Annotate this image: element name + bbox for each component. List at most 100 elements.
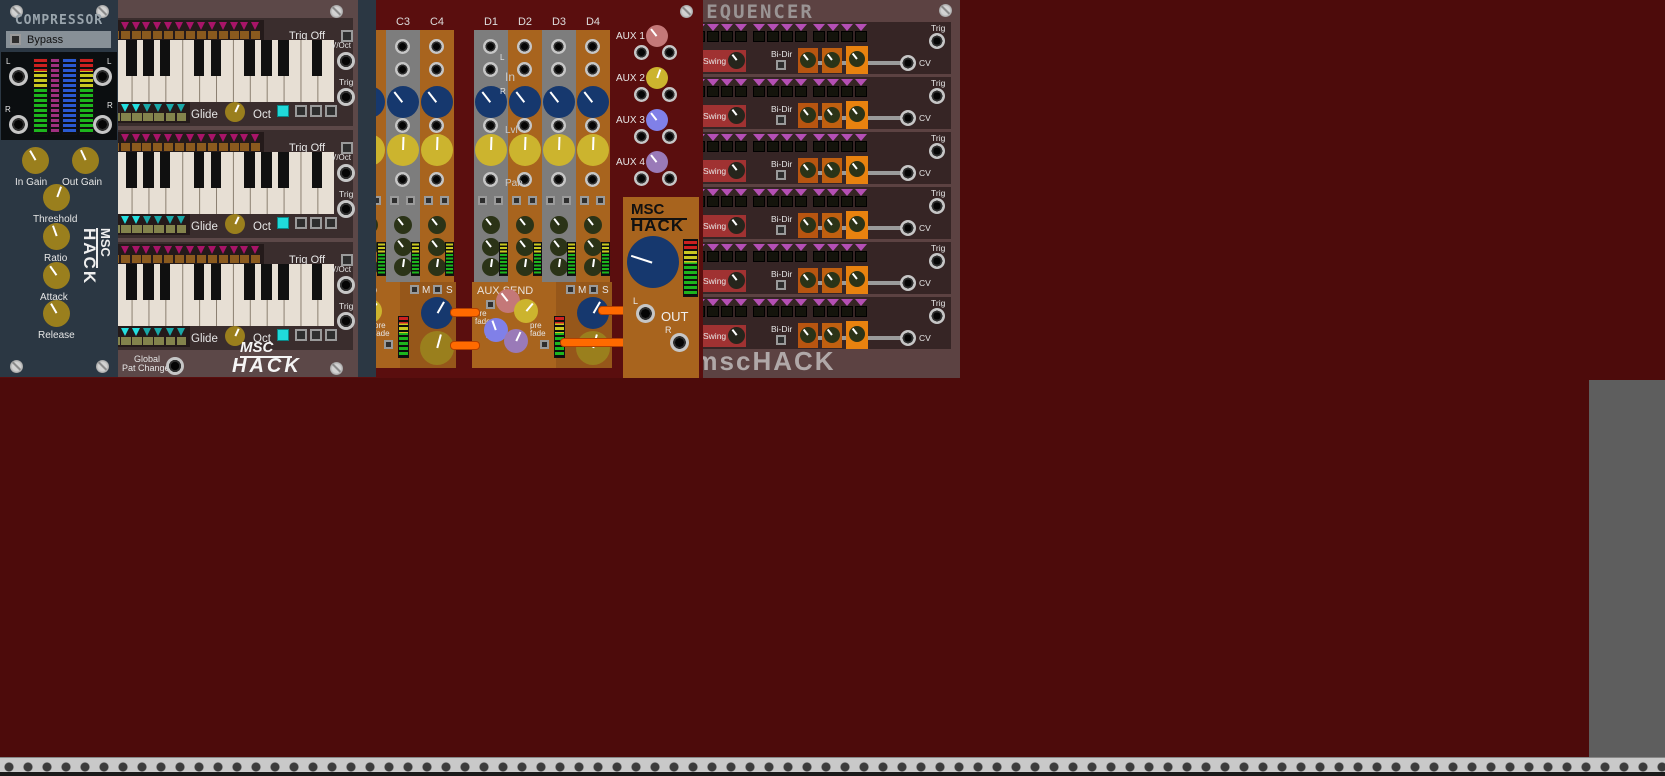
step-button[interactable]	[219, 31, 228, 39]
step-button[interactable]	[164, 255, 173, 263]
step-button[interactable]	[735, 86, 747, 97]
step-cell[interactable]	[753, 244, 765, 262]
cv-output-port[interactable]	[900, 275, 916, 291]
in-l-port[interactable]	[517, 39, 532, 54]
voct-out-port[interactable]	[337, 52, 355, 70]
eq-low-knob[interactable]	[428, 258, 446, 276]
cv-knob-3[interactable]	[849, 161, 865, 177]
step-button[interactable]	[813, 31, 825, 42]
step-button[interactable]	[240, 31, 249, 39]
step-cell[interactable]	[153, 134, 162, 151]
cv-knob-1[interactable]	[800, 217, 816, 233]
cv-knob-1[interactable]	[800, 272, 816, 288]
mute-button[interactable]	[424, 196, 433, 205]
group-mute-button[interactable]	[410, 285, 419, 294]
step-button[interactable]	[813, 306, 825, 317]
step-cell[interactable]	[707, 189, 719, 207]
step-cell[interactable]	[841, 244, 853, 262]
pattern-button[interactable]	[166, 113, 176, 121]
aux4-send-knob[interactable]	[504, 329, 528, 353]
prefade-button-3[interactable]	[384, 340, 393, 349]
swing-knob[interactable]	[728, 217, 745, 234]
pattern-button[interactable]	[121, 225, 131, 233]
pattern-button[interactable]	[143, 225, 153, 233]
pattern-button[interactable]	[166, 225, 176, 233]
step-cell[interactable]	[121, 246, 130, 263]
step-cell[interactable]	[175, 22, 184, 39]
step-button[interactable]	[781, 141, 793, 152]
cv-output-port[interactable]	[900, 220, 916, 236]
pattern-button[interactable]	[177, 337, 187, 345]
step-button[interactable]	[827, 251, 839, 262]
step-cell[interactable]	[795, 134, 807, 152]
step-button[interactable]	[735, 31, 747, 42]
step-cell[interactable]	[735, 134, 747, 152]
release-knob[interactable]	[43, 300, 70, 327]
solo-button[interactable]	[528, 196, 537, 205]
aux2-r-port[interactable]	[662, 87, 677, 102]
step-button[interactable]	[795, 31, 807, 42]
step-cell[interactable]	[767, 79, 779, 97]
step-button[interactable]	[781, 251, 793, 262]
step-button[interactable]	[827, 306, 839, 317]
step-cell[interactable]	[186, 134, 195, 151]
step-button[interactable]	[855, 86, 867, 97]
cv-knob-2[interactable]	[824, 272, 840, 288]
piano-black-key[interactable]	[312, 264, 322, 300]
step-button[interactable]	[795, 251, 807, 262]
out-l-port[interactable]	[93, 67, 112, 86]
piano-black-key[interactable]	[211, 40, 221, 76]
pattern-cell[interactable]	[121, 104, 131, 121]
step-cell[interactable]	[841, 189, 853, 207]
cv-knob-2[interactable]	[824, 52, 840, 68]
step-button[interactable]	[841, 196, 853, 207]
pattern-cell[interactable]	[154, 216, 164, 233]
step-button[interactable]	[753, 31, 765, 42]
step-cell[interactable]	[795, 299, 807, 317]
trig-output-port[interactable]	[929, 33, 945, 49]
oct-select[interactable]	[310, 329, 322, 341]
glide-knob[interactable]	[225, 102, 245, 122]
oct-select-active[interactable]	[277, 217, 289, 229]
piano-black-key[interactable]	[261, 264, 271, 300]
step-button[interactable]	[841, 86, 853, 97]
threshold-knob[interactable]	[43, 184, 70, 211]
out-l-port[interactable]	[636, 304, 655, 323]
cv-knob-2[interactable]	[824, 217, 840, 233]
pattern-cell[interactable]	[154, 104, 164, 121]
prefade-button-3[interactable]	[540, 340, 549, 349]
out-r-port[interactable]	[93, 115, 112, 134]
cv-output-port[interactable]	[900, 55, 916, 71]
level-cv-port[interactable]	[585, 118, 600, 133]
step-button[interactable]	[175, 255, 184, 263]
level-knob[interactable]	[421, 86, 453, 118]
pan-knob[interactable]	[387, 134, 419, 166]
step-button[interactable]	[142, 143, 151, 151]
step-cell[interactable]	[813, 134, 825, 152]
out-gain-knob[interactable]	[72, 147, 99, 174]
step-cell[interactable]	[855, 134, 867, 152]
cv-knob-3[interactable]	[849, 51, 865, 67]
piano-black-key[interactable]	[244, 152, 254, 188]
cv-knob-1[interactable]	[800, 107, 816, 123]
cv-knob-2[interactable]	[824, 327, 840, 343]
aux4-r-port[interactable]	[662, 171, 677, 186]
step-cell[interactable]	[142, 134, 151, 151]
pan-knob[interactable]	[577, 134, 609, 166]
cv-knob-3[interactable]	[849, 326, 865, 342]
step-cell[interactable]	[142, 22, 151, 39]
pattern-button[interactable]	[121, 337, 131, 345]
step-cell[interactable]	[795, 244, 807, 262]
step-button[interactable]	[841, 31, 853, 42]
eq-hi-knob[interactable]	[584, 216, 602, 234]
step-cell[interactable]	[121, 22, 130, 39]
in-r-port[interactable]	[395, 62, 410, 77]
step-button[interactable]	[813, 196, 825, 207]
step-button[interactable]	[142, 31, 151, 39]
level-cv-port[interactable]	[483, 118, 498, 133]
step-cell[interactable]	[855, 244, 867, 262]
pattern-cell[interactable]	[166, 104, 176, 121]
cv-knob-3[interactable]	[849, 216, 865, 232]
step-button[interactable]	[230, 31, 239, 39]
trig-output-port[interactable]	[929, 308, 945, 324]
